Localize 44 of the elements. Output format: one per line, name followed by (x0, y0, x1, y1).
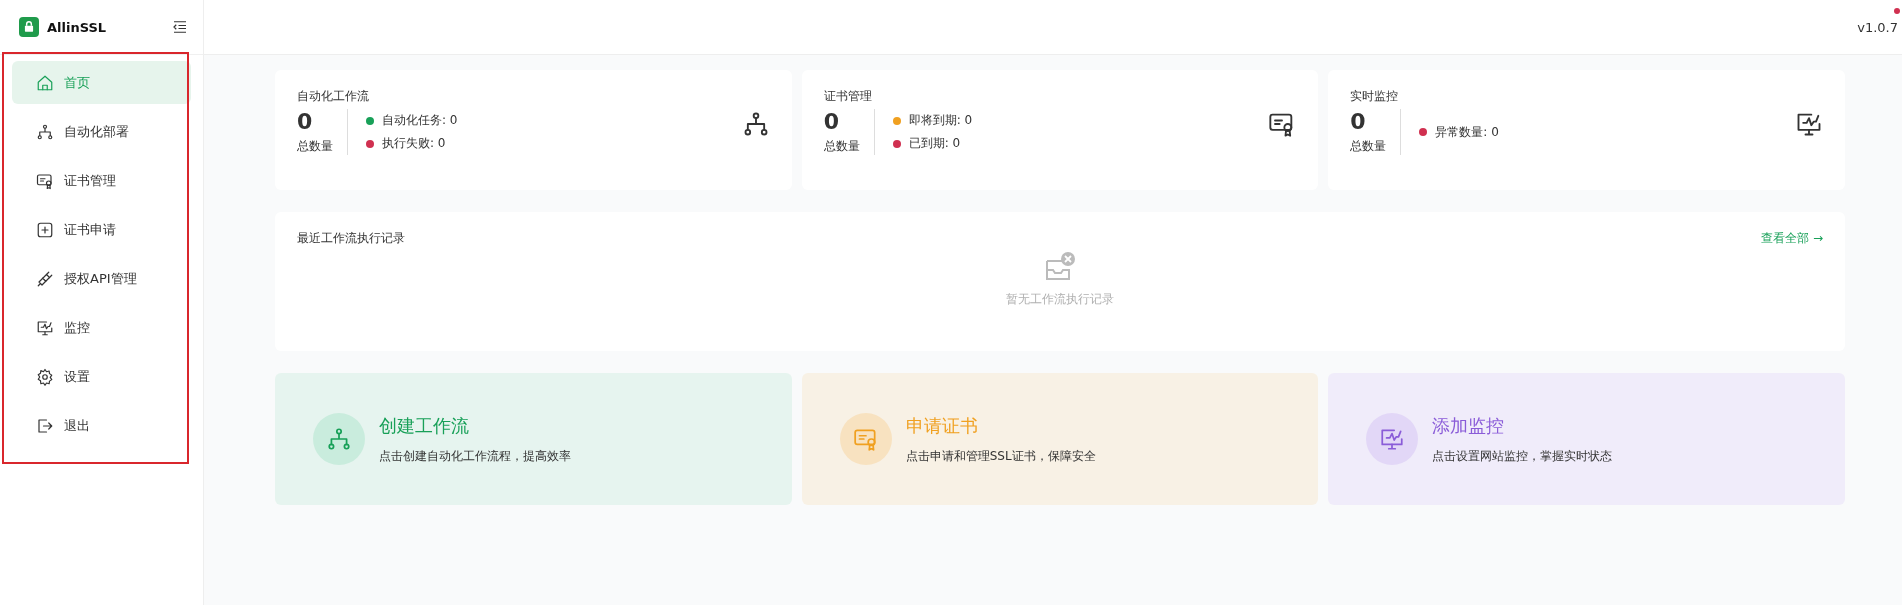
action-card[interactable]: 创建工作流 点击创建自动化工作流程，提高效率 (275, 373, 792, 505)
card-title: 实时监控 (1350, 88, 1400, 105)
total-count: 0 (297, 109, 314, 134)
flowchart-icon (326, 426, 352, 452)
sidebar-item[interactable]: 设置 (12, 355, 191, 398)
card-title: 证书管理 (823, 88, 873, 105)
total-count: 0 (823, 109, 840, 134)
certificate-icon (852, 426, 879, 452)
action-card[interactable]: 申请证书 点击申请和管理SSL证书，保障安全 (801, 373, 1319, 505)
version-label: v1.0.7 (1857, 19, 1898, 35)
card-title: 自动化工作流 (297, 88, 370, 105)
total-count: 0 (1350, 109, 1367, 134)
monitor-icon (1379, 426, 1406, 452)
view-all-link[interactable]: 查看全部 → (1761, 230, 1823, 247)
status-count: 自动化任务: 0 (382, 112, 458, 129)
monitor-icon (36, 318, 54, 337)
certificate-icon (36, 171, 54, 190)
total-label: 总数量 (297, 138, 333, 155)
sidebar-item[interactable]: 证书管理 (12, 159, 191, 202)
plus-square-icon (36, 220, 54, 239)
total-label: 总数量 (823, 138, 860, 155)
flowchart-icon (36, 122, 54, 141)
app-name: AllinSSL (47, 19, 108, 35)
lock-logo-icon (19, 17, 39, 37)
sidebar-item[interactable]: 授权API管理 (12, 257, 191, 300)
status-count: 执行失败: 0 (382, 135, 446, 152)
status-count: 已到期: 0 (908, 135, 961, 152)
status-count: 异常数量: 0 (1435, 123, 1499, 141)
logout-icon (36, 416, 54, 435)
notification-dot (1894, 8, 1900, 14)
card-title: 最近工作流执行记录 (297, 230, 405, 247)
settings-icon (36, 367, 54, 386)
collapse-menu-icon[interactable] (171, 18, 189, 36)
sidebar-item[interactable]: 证书申请 (12, 208, 191, 251)
sidebar-item[interactable]: 监控 (12, 306, 191, 349)
sidebar-item[interactable]: 退出 (12, 404, 191, 447)
empty-message: 暂无工作流执行记录 (1006, 291, 1114, 308)
sidebar-item[interactable]: 自动化部署 (12, 110, 191, 153)
total-label: 总数量 (1350, 138, 1387, 155)
empty-inbox-icon (1044, 251, 1076, 283)
plug-icon (36, 269, 54, 288)
home-icon (36, 73, 54, 92)
status-count: 即将到期: 0 (908, 112, 973, 129)
action-card[interactable]: 添加监控 点击设置网站监控，掌握实时状态 (1328, 373, 1845, 505)
